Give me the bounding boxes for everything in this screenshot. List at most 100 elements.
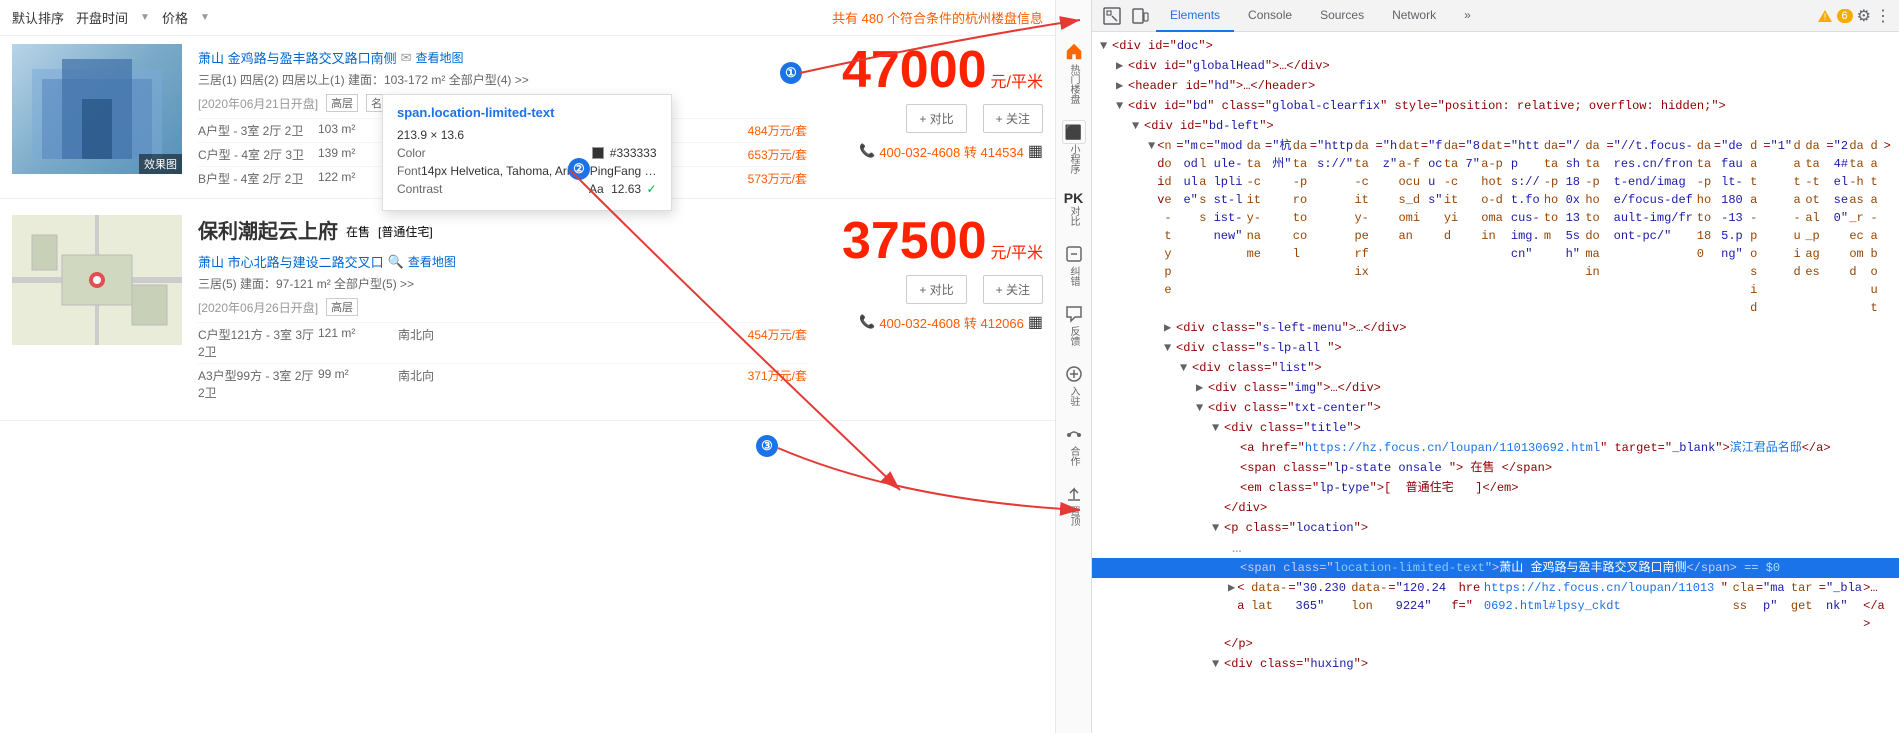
devtools-topbar: Elements Console Sources Network » ! 6 ⚙… [1092, 0, 1899, 32]
tree-line: <a href="https://hz.focus.cn/loupan/1101… [1092, 438, 1899, 458]
compare-button[interactable]: + 对比 [906, 104, 966, 133]
tree-line: ▶ <div id="globalHead">…</div> [1092, 56, 1899, 76]
image-label: 效果图 [139, 154, 182, 174]
tab-elements[interactable]: Elements [1156, 0, 1234, 32]
warn-count: 6 [1837, 9, 1853, 23]
tree-line: ▼ <p class="location"> [1092, 518, 1899, 538]
unit-rows: C户型121方 - 3室 3厅 2卫 121 m² 南北向 454万元/套 A3… [198, 322, 807, 404]
tree-line: ▼ <div class="huxing"> [1092, 654, 1899, 674]
property-price: 47000 元/平米 + 对比 + 关注 📞 400-032-4608 转 41… [823, 44, 1043, 190]
tab-network[interactable]: Network [1378, 0, 1450, 32]
top-bar: 默认排序 开盘时间 ▼ 价格 ▼ 共有 480 个符合条件的杭州楼盘信息 [0, 0, 1055, 36]
phone-number: 400-032-4608 转 414534 [879, 142, 1024, 161]
sidebar-pk[interactable]: PK 对比 [1064, 190, 1083, 226]
warning-icon: ! [1817, 8, 1833, 24]
phone-number: 400-032-4608 转 412066 [879, 313, 1024, 332]
tree-line: ▼ <div id="doc"> [1092, 36, 1899, 56]
unit-row: C户型121方 - 3室 3厅 2卫 121 m² 南北向 454万元/套 [198, 322, 807, 363]
action-buttons: + 对比 + 关注 [823, 104, 1043, 133]
property-rooms: 三居(5) 建面：97-121 m² 全部户型(5) >> [198, 275, 807, 292]
sidebar-fankui[interactable]: 反馈 [1062, 302, 1086, 346]
tag-onsale: 在售 [346, 223, 370, 240]
tree-line: ▶ <div class="img">…</div> [1092, 378, 1899, 398]
map-link[interactable]: 查看地图 [416, 49, 464, 66]
popup-font-row: Font 14px Helvetica, Tahoma, Arial, "Pin… [397, 164, 657, 178]
settings-icon[interactable]: ⚙ [1857, 6, 1871, 26]
property-address: 萧山 金鸡路与盈丰路交叉路口南侧 ✉ 查看地图 [198, 48, 807, 67]
tab-sources[interactable]: Sources [1306, 0, 1378, 32]
compare-button[interactable]: + 对比 [906, 275, 966, 304]
tree-line-selected[interactable]: <span class="location-limited-text">萧山 金… [1092, 558, 1899, 578]
sort-price[interactable]: 价格 [162, 8, 188, 27]
tag-type: [普通住宅] [378, 223, 433, 240]
follow-button[interactable]: + 关注 [983, 104, 1043, 133]
price-unit: 元/平米 [991, 68, 1043, 92]
property-item: 保利潮起云上府 在售 [普通住宅] 萧山 市心北路与建设二路交叉口 🔍 查看地图… [0, 199, 1055, 421]
property-name: 保利潮起云上府 [198, 215, 338, 244]
tag-gaoceng: 高层 [326, 298, 358, 316]
sort-opendate[interactable]: 开盘时间 [76, 8, 128, 27]
inspection-popup: span.location-limited-text 213.9 × 13.6 … [382, 94, 672, 211]
popup-color-row: Color #333333 [397, 146, 657, 160]
tree-line: ▶ <header id="hd">…</header> [1092, 76, 1899, 96]
more-icon[interactable]: ⋮ [1875, 6, 1891, 26]
sidebar-hezuo[interactable]: 合作 [1062, 422, 1086, 466]
devtools-panel: Elements Console Sources Network » ! 6 ⚙… [1091, 0, 1899, 733]
tree-line: </div> [1092, 498, 1899, 518]
tree-line: </p> [1092, 634, 1899, 654]
svg-text:!: ! [1823, 12, 1826, 22]
tab-console[interactable]: Console [1234, 0, 1306, 32]
sort-default[interactable]: 默认排序 [12, 8, 64, 27]
ellipsis-button[interactable]: … [1228, 539, 1246, 557]
property-list: 效果图 span.location-limited-text 213.9 × 1… [0, 36, 1055, 421]
address-text: 萧山 金鸡路与盈丰路交叉路口南侧 [198, 48, 397, 67]
color-swatch [592, 147, 604, 159]
tree-line: ▼ <div id="bd" class="global-clearfix" s… [1092, 96, 1899, 116]
tree-line: <span class="lp-state onsale "> 在售 </spa… [1092, 458, 1899, 478]
big-price: 37500 [842, 215, 987, 267]
property-price: 37500 元/平米 + 对比 + 关注 📞 400-032-4608 转 41… [823, 215, 1043, 404]
big-price: 47000 [842, 44, 987, 96]
tree-line: ▼ <div class="title"> [1092, 418, 1899, 438]
tree-line: ▼ <div class="s-lp-all "> [1092, 338, 1899, 358]
property-item: 效果图 span.location-limited-text 213.9 × 1… [0, 36, 1055, 199]
result-info: 共有 480 个符合条件的杭州楼盘信息 [832, 8, 1043, 27]
phone-row: 📞 400-032-4608 转 412066 ▦ [823, 312, 1043, 332]
tree-line: ▶ <a data-lat="30.230365" data-lon="120.… [1092, 578, 1899, 634]
property-info: span.location-limited-text 213.9 × 13.6 … [182, 44, 823, 190]
sort-opendate-arrow: ▼ [140, 12, 150, 23]
property-image: 效果图 [12, 44, 182, 174]
price-display: 37500 元/平米 [823, 215, 1043, 267]
address-text: 萧山 市心北路与建设二路交叉口 [198, 252, 384, 271]
property-info: 保利潮起云上府 在售 [普通住宅] 萧山 市心北路与建设二路交叉口 🔍 查看地图… [182, 215, 823, 404]
follow-button[interactable]: + 关注 [983, 275, 1043, 304]
devtools-tabs: Elements Console Sources Network » [1156, 0, 1817, 32]
tree-line: ▶ <div class="s-left-menu">…</div> [1092, 318, 1899, 338]
price-display: 47000 元/平米 [823, 44, 1043, 96]
tag-gaoceng: 高层 [326, 94, 358, 112]
devtools-topbar-right: ! 6 ⚙ ⋮ [1817, 6, 1891, 26]
phone-row: 📞 400-032-4608 转 414534 ▦ [823, 141, 1043, 161]
tree-line: <em class="lp-type">[ 普通住宅 ]</em> [1092, 478, 1899, 498]
property-rooms: 三居(1) 四居(2) 四居以上(1) 建面：103-172 m² 全部户型(4… [198, 71, 807, 88]
action-buttons: + 对比 + 关注 [823, 275, 1043, 304]
sidebar-huidao[interactable]: 置顶 [1062, 482, 1086, 526]
right-sidebar: 热门楼盘 ⬛ 小程序 PK 对比 纠错 反馈 入驻 合作 [1055, 0, 1091, 733]
popup-contrast-row: Contrast Aa 12.63 ✓ [397, 182, 657, 196]
map-link[interactable]: 查看地图 [408, 253, 456, 270]
popup-dimensions: 213.9 × 13.6 [397, 128, 464, 142]
sidebar-ruzhu[interactable]: 入驻 [1062, 362, 1086, 406]
sort-price-arrow: ▼ [200, 12, 210, 23]
result-count: 480 [862, 11, 884, 26]
popup-selector: span.location-limited-text [397, 105, 657, 120]
device-icon[interactable] [1128, 4, 1152, 28]
sidebar-xcx[interactable]: ⬛ 小程序 [1062, 120, 1086, 174]
tab-more[interactable]: » [1450, 0, 1485, 32]
element-tree[interactable]: ▼ <div id="doc"> ▶ <div id="globalHead">… [1092, 32, 1899, 733]
tree-line: ▼ <div class="txt-center"> [1092, 398, 1899, 418]
tree-line: … [1092, 538, 1899, 558]
sidebar-hotlou[interactable]: 热门楼盘 [1062, 40, 1086, 104]
sidebar-jiucuo[interactable]: 纠错 [1062, 242, 1086, 286]
inspect-icon[interactable] [1100, 4, 1124, 28]
property-image [12, 215, 182, 345]
